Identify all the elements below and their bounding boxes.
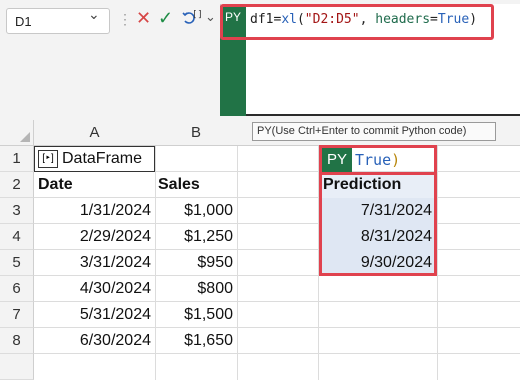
cell-date[interactable]: 2/29/2024: [34, 224, 151, 250]
cell-sales[interactable]: $950: [155, 250, 233, 276]
chevron-down-icon[interactable]: ⌄: [88, 6, 100, 23]
svg-text:[]: []: [192, 10, 202, 20]
expand-formula-icon[interactable]: ⌄: [205, 9, 216, 25]
enter-checkmark-icon[interactable]: ✓: [158, 9, 174, 27]
cell-sales[interactable]: $800: [155, 276, 233, 302]
header-sales[interactable]: Sales: [158, 172, 200, 198]
cell-sales[interactable]: $1,000: [155, 198, 233, 224]
d1-highlight: [319, 145, 437, 175]
grid-line: [437, 146, 438, 380]
row-header-7[interactable]: 7: [0, 302, 34, 328]
column-header-b[interactable]: B: [155, 120, 237, 146]
drag-handle-icon[interactable]: ⋮: [118, 11, 132, 28]
python-tooltip: PY(Use Ctrl+Enter to commit Python code): [252, 122, 496, 141]
row-header-3[interactable]: 3: [0, 198, 34, 224]
row-header-2[interactable]: 2: [0, 172, 34, 198]
cell-date[interactable]: 3/31/2024: [34, 250, 151, 276]
formula-highlight: [220, 4, 494, 40]
prediction-range-highlight: [319, 172, 437, 276]
row-header-6[interactable]: 6: [0, 276, 34, 302]
cell-date[interactable]: 6/30/2024: [34, 328, 151, 354]
cell-sales[interactable]: $1,250: [155, 224, 233, 250]
row-header-4[interactable]: 4: [0, 224, 34, 250]
python-insert-icon[interactable]: []: [180, 9, 203, 29]
cell-date[interactable]: 4/30/2024: [34, 276, 151, 302]
row-header-8[interactable]: 8: [0, 328, 34, 354]
grid-line: [237, 146, 238, 380]
select-all-triangle-icon: [20, 132, 30, 142]
name-box-value: D1: [15, 14, 32, 29]
cell-date[interactable]: 1/31/2024: [34, 198, 151, 224]
header-date[interactable]: Date: [38, 172, 73, 198]
column-header-a[interactable]: A: [34, 120, 155, 146]
row-header-5[interactable]: 5: [0, 250, 34, 276]
cancel-icon[interactable]: ✕: [136, 9, 152, 27]
dataframe-label: DataFrame: [62, 150, 143, 167]
cell-sales[interactable]: $1,500: [155, 302, 233, 328]
row-header-9[interactable]: [0, 354, 34, 380]
dataframe-card-icon[interactable]: [‣]: [38, 150, 58, 168]
row-header-1[interactable]: 1: [0, 146, 34, 172]
cell-sales[interactable]: $1,650: [155, 328, 233, 354]
cell-date[interactable]: 5/31/2024: [34, 302, 151, 328]
